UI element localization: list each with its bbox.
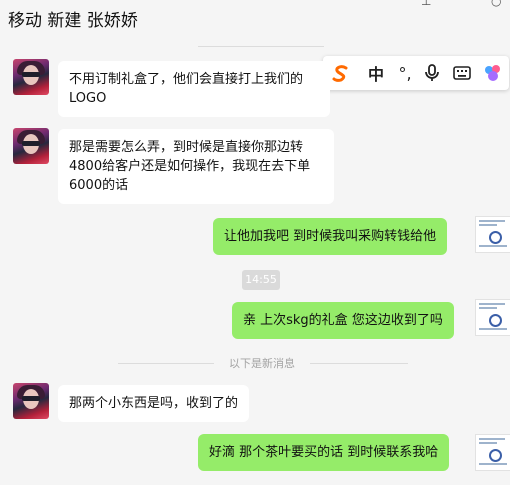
skin-icon[interactable] [481, 60, 505, 86]
avatar-self[interactable] [475, 216, 510, 253]
timestamp-badge: 14:55 [242, 270, 280, 290]
message-bubble-received[interactable]: 那是需要怎么弄，到时候是直接你那边转 4800给客户还是如何操作，我现在去下单 … [58, 129, 334, 204]
ime-mode-label[interactable]: 中 [364, 60, 388, 86]
ime-toolbar: 中 °, [323, 56, 509, 90]
close-icon[interactable]: ○ [491, 0, 501, 8]
avatar[interactable] [13, 383, 49, 419]
message-text: 那两个小东西是吗，收到了的 [69, 396, 239, 411]
divider [118, 363, 214, 364]
message-bubble-received[interactable]: 那两个小东西是吗，收到了的 [58, 385, 250, 422]
minus-icon[interactable]: ⊥ [421, 0, 431, 8]
message-line: 4800给客户还是如何操作，我现在去下单 [69, 159, 311, 174]
message-text: 让他加我吧 到时候我叫采购转钱给他 [224, 229, 437, 244]
avatar-self[interactable] [475, 299, 510, 336]
message-bubble-sent[interactable]: 让他加我吧 到时候我叫采购转钱给他 [213, 218, 448, 255]
divider [198, 46, 324, 47]
message-line: 不用订制礼盒了，他们会直接打上我们的 [69, 72, 304, 87]
avatar[interactable] [13, 59, 49, 95]
divider [310, 363, 408, 364]
ime-logo-icon[interactable] [329, 60, 353, 86]
message-bubble-sent[interactable]: 亲 上次skg的礼盒 您这边收到了吗 [232, 302, 454, 339]
message-text: 亲 上次skg的礼盒 您这边收到了吗 [243, 313, 443, 328]
keyboard-icon[interactable] [450, 60, 474, 86]
title-bar: 移动 新建 张娇娇 ⊥ ○ [0, 0, 510, 38]
chat-title: 移动 新建 张娇娇 [8, 11, 138, 31]
message-line: 6000的话 [69, 178, 129, 193]
avatar[interactable] [13, 128, 49, 164]
message-line: LOGO [69, 91, 107, 106]
message-bubble-received[interactable]: 不用订制礼盒了，他们会直接打上我们的 LOGO [58, 61, 330, 117]
avatar-self[interactable] [475, 434, 510, 471]
microphone-icon[interactable] [420, 60, 444, 86]
message-text: 好滴 那个茶叶要买的话 到时候联系我哈 [209, 445, 439, 460]
message-bubble-sent[interactable]: 好滴 那个茶叶要买的话 到时候联系我哈 [198, 434, 450, 471]
ime-punct-label[interactable]: °, [393, 60, 417, 86]
message-line: 那是需要怎么弄，到时候是直接你那边转 [69, 140, 304, 155]
new-messages-divider: 以下是新消息 [229, 357, 295, 370]
